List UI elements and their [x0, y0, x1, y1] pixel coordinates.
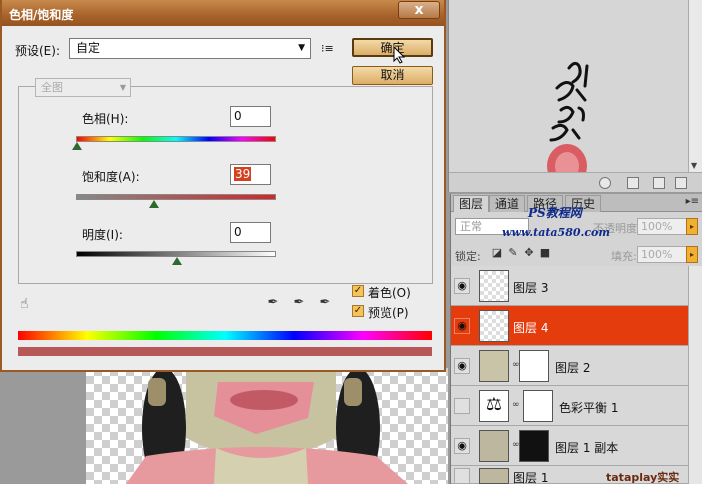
visibility-eye-icon[interactable]: ◉: [454, 318, 470, 334]
hue-slider-handle[interactable]: [72, 142, 82, 150]
lock-position-icon[interactable]: ✥: [523, 247, 535, 259]
layer-name: 图层 3: [513, 281, 549, 295]
hue-saturation-dialog: 色相/饱和度 x 预设(E): 自定 ▼ ⁝≡ 确定 取消 全图 ▼ 色相(H)…: [0, 0, 446, 372]
panel-menu-icon[interactable]: ▸≡: [686, 196, 699, 207]
lock-all-icon[interactable]: ■: [539, 247, 551, 259]
opacity-arrow-icon[interactable]: ▸: [686, 218, 698, 235]
fill-label: 填充:: [611, 250, 637, 263]
visibility-eye-icon[interactable]: [454, 468, 470, 484]
layer-mask-thumbnail[interactable]: [523, 390, 553, 422]
fill-field[interactable]: 100% ▸: [637, 246, 698, 263]
layer-mask-thumbnail[interactable]: [519, 350, 549, 382]
cancel-button[interactable]: 取消: [352, 66, 433, 85]
navigator-panel: ▼: [448, 0, 702, 192]
saturation-slider-handle[interactable]: [149, 200, 159, 208]
lightness-value: 0: [234, 225, 242, 239]
layer-thumbnail: [479, 430, 509, 462]
lock-transparency-icon[interactable]: ◪: [491, 247, 503, 259]
layer-thumbnail: [479, 270, 509, 302]
lightness-label: 明度(I):: [82, 228, 123, 242]
layer-name: 色彩平衡 1: [559, 401, 619, 415]
dialog-title: 色相/饱和度: [9, 8, 74, 22]
tab-channels[interactable]: 通道: [489, 195, 526, 212]
lightness-slider-handle[interactable]: [172, 257, 182, 265]
color-range-bar-output: [18, 347, 432, 356]
layer-mask-thumbnail[interactable]: [519, 430, 549, 462]
edit-range-select[interactable]: 全图 ▼: [35, 78, 131, 97]
preset-value: 自定: [76, 41, 101, 55]
tab-layers[interactable]: 图层: [453, 195, 490, 212]
saturation-value: 39: [234, 167, 252, 181]
layer-row-1-copy[interactable]: ◉ ∞ 图层 1 副本: [451, 426, 689, 466]
hue-value: 0: [234, 109, 242, 123]
fill-arrow-icon[interactable]: ▸: [686, 246, 698, 263]
chevron-down-icon: ▼: [119, 83, 126, 92]
layer-row-4[interactable]: ◉ 图层 4: [451, 306, 689, 346]
preview-label: 预览(P): [368, 306, 409, 320]
layer-row-2[interactable]: ◉ ∞ 图层 2: [451, 346, 689, 386]
hue-slider-track[interactable]: [76, 136, 276, 142]
color-range-bar-input: [18, 331, 432, 340]
layer-name: 图层 2: [555, 361, 591, 375]
hue-label: 色相(H):: [82, 112, 129, 126]
dialog-titlebar[interactable]: 色相/饱和度 x: [2, 0, 444, 26]
preview-checkbox[interactable]: ✓: [352, 305, 364, 317]
eyedropper-minus-icon[interactable]: ✒: [316, 295, 334, 313]
chevron-down-icon: ▼: [298, 43, 305, 53]
watermark-site-name: PS教程网: [528, 206, 582, 220]
eyedropper-plus-icon[interactable]: ✒: [290, 295, 308, 313]
layer-row-3[interactable]: ◉ 图层 3: [451, 266, 689, 306]
close-button[interactable]: x: [398, 1, 440, 19]
layer-name: 图层 4: [513, 321, 549, 335]
lock-label: 锁定:: [455, 250, 481, 263]
balance-scale-icon: ⚖: [479, 390, 509, 422]
new-layer-icon[interactable]: [653, 177, 665, 189]
trash-icon[interactable]: [675, 177, 687, 189]
fill-value: 100%: [641, 248, 673, 261]
watermark-credit: tataplay实实: [606, 471, 680, 484]
colorize-checkbox[interactable]: ✓: [352, 285, 364, 297]
watermark-site-url: www.tata580.com: [502, 226, 611, 239]
document-canvas[interactable]: [86, 368, 448, 484]
saturation-input[interactable]: 39: [230, 164, 271, 185]
opacity-field[interactable]: 100% ▸: [637, 218, 698, 235]
target-adjust-hand-icon[interactable]: ☝: [20, 296, 29, 312]
preset-label: 预设(E):: [15, 44, 60, 58]
colorize-label: 着色(O): [368, 286, 411, 300]
hue-input[interactable]: 0: [230, 106, 271, 127]
visibility-eye-icon[interactable]: ◉: [454, 358, 470, 374]
mask-icon[interactable]: [599, 177, 611, 189]
layer-name: 图层 1: [513, 471, 549, 484]
layer-thumbnail: [479, 310, 509, 342]
mouse-cursor-icon: [393, 46, 405, 64]
preset-options-icon[interactable]: ⁝≡: [321, 42, 334, 55]
photo-canvas: [126, 368, 408, 484]
saturation-label: 饱和度(A):: [82, 170, 140, 184]
layer-thumbnail: [479, 468, 509, 484]
lock-pixels-icon[interactable]: ✎: [507, 247, 519, 259]
visibility-eye-icon[interactable]: [454, 398, 470, 414]
preview-toolbar: [449, 172, 702, 192]
preset-select[interactable]: 自定 ▼: [69, 38, 311, 59]
link-chain-icon: ∞: [512, 400, 520, 410]
layer-name: 图层 1 副本: [555, 441, 619, 455]
preview-scrollbar[interactable]: ▼: [688, 0, 702, 172]
opacity-value: 100%: [641, 220, 673, 233]
layers-scrollbar[interactable]: [688, 266, 702, 484]
saturation-slider-track[interactable]: [76, 194, 276, 200]
layer-thumbnail: [479, 350, 509, 382]
calligraphy-preview: [547, 61, 589, 188]
folder-icon[interactable]: [627, 177, 639, 189]
eyedropper-icon[interactable]: ✒: [264, 295, 282, 313]
layer-row-color-balance[interactable]: ⚖ ∞ 色彩平衡 1: [451, 386, 689, 426]
visibility-eye-icon[interactable]: ◉: [454, 278, 470, 294]
visibility-eye-icon[interactable]: ◉: [454, 438, 470, 454]
lightness-input[interactable]: 0: [230, 222, 271, 243]
edit-range-value: 全图: [41, 81, 63, 94]
